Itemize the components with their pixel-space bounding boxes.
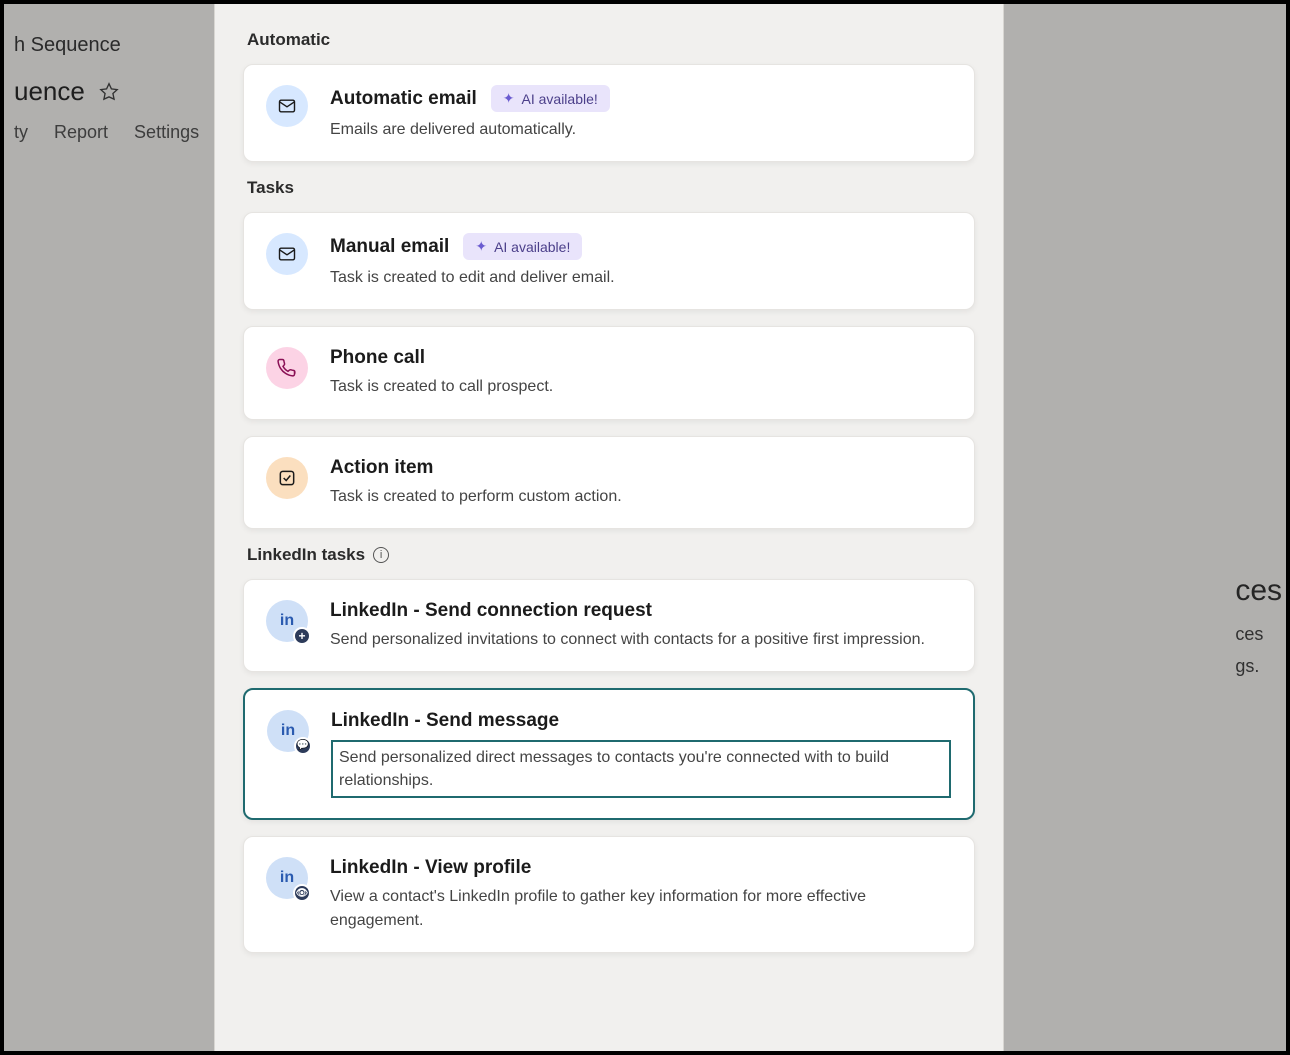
- ai-available-badge: ✦ AI available!: [463, 233, 582, 260]
- card-phone-call[interactable]: Phone call Task is created to call prosp…: [243, 326, 975, 419]
- tab-settings[interactable]: Settings: [134, 122, 199, 143]
- card-description: Send personalized invitations to connect…: [330, 628, 952, 651]
- card-linkedin-send-message[interactable]: in 💬 LinkedIn - Send message Send person…: [243, 688, 975, 820]
- card-title: LinkedIn - Send message: [331, 710, 559, 732]
- sparkle-icon: ✦: [475, 238, 487, 255]
- section-label-text: LinkedIn tasks: [247, 545, 365, 565]
- linkedin-icon: in +: [266, 600, 308, 642]
- eye-badge-icon: 👁: [293, 884, 311, 902]
- card-manual-email[interactable]: Manual email ✦ AI available! Task is cre…: [243, 212, 975, 310]
- step-type-panel: Automatic Automatic email ✦ AI available…: [214, 4, 1004, 1051]
- card-description: Task is created to perform custom action…: [330, 485, 952, 508]
- checkbox-icon: [266, 457, 308, 499]
- ai-badge-label: AI available!: [522, 91, 598, 107]
- sparkle-icon: ✦: [503, 90, 515, 107]
- ai-badge-label: AI available!: [494, 239, 570, 255]
- page-title: uence: [14, 76, 85, 107]
- tab-activity[interactable]: ty: [14, 122, 28, 143]
- card-linkedin-connection-request[interactable]: in + LinkedIn - Send connection request …: [243, 579, 975, 672]
- card-description: Emails are delivered automatically.: [330, 118, 952, 141]
- card-action-item[interactable]: Action item Task is created to perform c…: [243, 436, 975, 529]
- card-description: View a contact's LinkedIn profile to gat…: [330, 885, 952, 931]
- background-tabs: ty Report Settings: [14, 122, 199, 143]
- ai-available-badge: ✦ AI available!: [491, 85, 610, 112]
- tab-report[interactable]: Report: [54, 122, 108, 143]
- section-label-tasks: Tasks: [247, 178, 975, 198]
- message-badge-icon: 💬: [294, 737, 312, 755]
- linkedin-icon: in 👁: [266, 857, 308, 899]
- info-icon[interactable]: i: [373, 547, 389, 563]
- section-label-automatic: Automatic: [247, 30, 975, 50]
- card-title: LinkedIn - Send connection request: [330, 600, 652, 622]
- card-title: Automatic email: [330, 88, 477, 110]
- background-right-text: ces ces gs.: [1235, 564, 1282, 683]
- page-title-row: uence: [14, 76, 119, 107]
- favorite-star-icon[interactable]: [99, 82, 119, 102]
- card-title: Phone call: [330, 347, 425, 369]
- section-label-linkedin: LinkedIn tasks i: [247, 545, 975, 565]
- plus-badge-icon: +: [293, 627, 311, 645]
- card-description: Send personalized direct messages to con…: [331, 738, 951, 798]
- card-description: Task is created to call prospect.: [330, 375, 952, 398]
- card-title: Manual email: [330, 236, 449, 258]
- email-icon: [266, 233, 308, 275]
- email-icon: [266, 85, 308, 127]
- linkedin-icon: in 💬: [267, 710, 309, 752]
- bg-text-line: ces: [1235, 618, 1282, 650]
- card-linkedin-view-profile[interactable]: in 👁 LinkedIn - View profile View a cont…: [243, 836, 975, 952]
- bg-text-line: ces: [1235, 564, 1282, 618]
- card-title: Action item: [330, 457, 433, 479]
- card-description: Task is created to edit and deliver emai…: [330, 266, 952, 289]
- breadcrumb: h Sequence: [14, 34, 121, 57]
- card-automatic-email[interactable]: Automatic email ✦ AI available! Emails a…: [243, 64, 975, 162]
- phone-icon: [266, 347, 308, 389]
- highlighted-description: Send personalized direct messages to con…: [331, 740, 951, 798]
- bg-text-line: gs.: [1235, 650, 1282, 682]
- card-title: LinkedIn - View profile: [330, 857, 531, 879]
- linkedin-icon-text: in: [281, 722, 295, 740]
- linkedin-icon-text: in: [280, 869, 294, 887]
- linkedin-icon-text: in: [280, 612, 294, 630]
